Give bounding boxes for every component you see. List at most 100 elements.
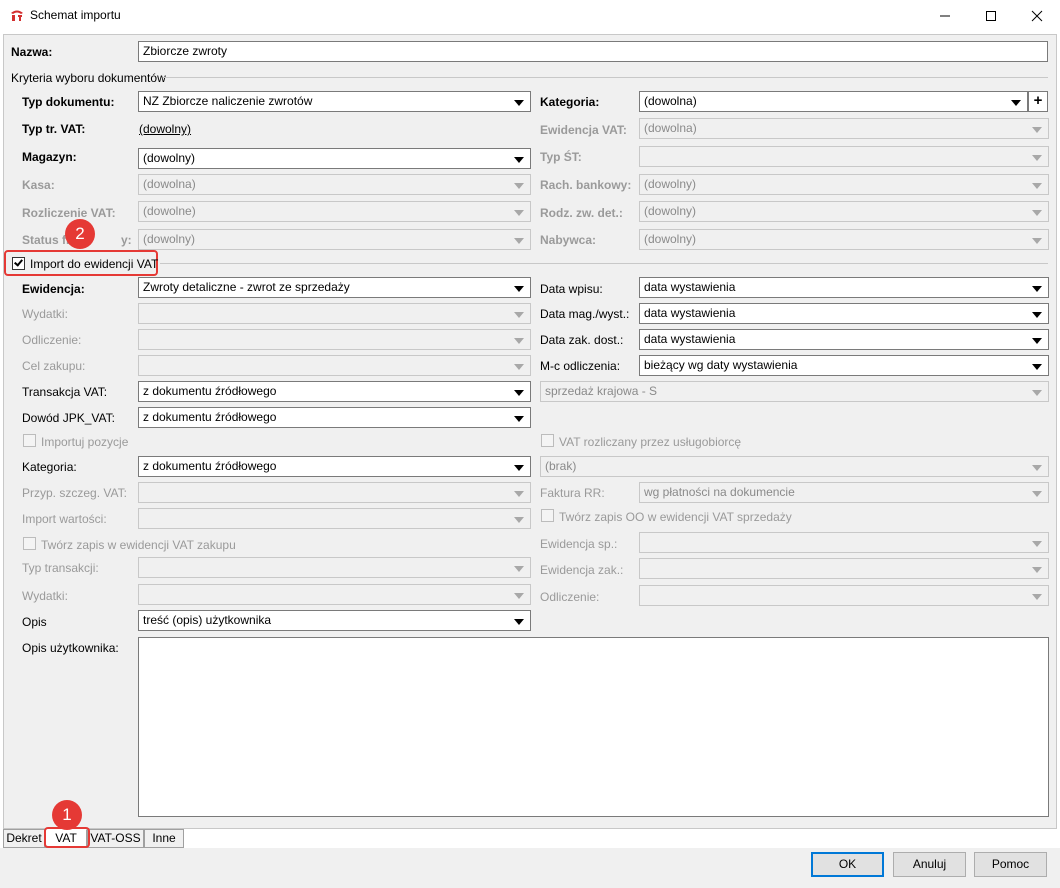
data-wpisu-label: Data wpisu: <box>540 282 603 296</box>
rach-bankowy-select[interactable]: (dowolny) <box>639 174 1049 195</box>
status-fiskalny-label: Status fi <box>22 233 70 247</box>
odliczenie2-select[interactable] <box>639 585 1049 606</box>
chevron-down-icon <box>1032 594 1042 600</box>
wydatki-label: Wydatki: <box>22 307 68 321</box>
wydatki2-select[interactable] <box>138 584 531 605</box>
import-wartosci-label: Import wartości: <box>22 512 107 526</box>
ewidencja-vat-label: Ewidencja VAT: <box>540 123 627 137</box>
data-mag-select[interactable]: data wystawienia <box>639 303 1049 324</box>
status-fiskalny-select[interactable]: (dowolny) <box>138 229 531 250</box>
chevron-down-icon <box>514 416 524 422</box>
opis-uzytkownika-label: Opis użytkownika: <box>22 641 119 655</box>
chevron-down-icon <box>1032 338 1042 344</box>
data-wpisu-select[interactable]: data wystawienia <box>639 277 1049 298</box>
chevron-down-icon <box>1011 100 1021 106</box>
minimize-button[interactable] <box>922 0 968 31</box>
faktura-rr-select[interactable]: wg płatności na dokumencie <box>639 482 1049 503</box>
chevron-down-icon <box>514 312 524 318</box>
chevron-down-icon <box>1032 491 1042 497</box>
typ-dokumentu-label: Typ dokumentu: <box>22 95 115 109</box>
mc-odliczenia-label: M-c odliczenia: <box>540 359 621 373</box>
transakcja-vat-select[interactable]: z dokumentu źródłowego <box>138 381 531 402</box>
vat-uslugobiorca-label: VAT rozliczany przez usługobiorcę <box>559 435 742 449</box>
opis-label: Opis <box>22 615 47 629</box>
typ-tr-vat-label: Typ tr. VAT: <box>22 122 86 136</box>
tab-dekret[interactable]: Dekret <box>3 829 45 848</box>
chevron-down-icon <box>514 286 524 292</box>
ewidencja-sp-select[interactable] <box>639 532 1049 553</box>
rozliczenie-vat-label: Rozliczenie VAT: <box>22 206 116 220</box>
przyp-szczeg-select[interactable] <box>138 482 531 503</box>
mc-odliczenia-select[interactable]: bieżący wg daty wystawienia <box>639 355 1049 376</box>
ewidencja-vat-select[interactable]: (dowolna) <box>639 118 1049 139</box>
chevron-down-icon <box>1032 465 1042 471</box>
vat-kategoria-label: Kategoria: <box>22 460 77 474</box>
chevron-down-icon <box>514 238 524 244</box>
typ-st-select[interactable] <box>639 146 1049 167</box>
tworz-oo-checkbox[interactable] <box>541 509 554 522</box>
typ-tr-vat-link[interactable]: (dowolny) <box>139 122 191 136</box>
faktura-rr-label: Faktura RR: <box>540 486 605 500</box>
chevron-down-icon <box>1032 541 1042 547</box>
data-zak-select[interactable]: data wystawienia <box>639 329 1049 350</box>
rozliczenie-vat-select[interactable]: (dowolne) <box>138 201 531 222</box>
ewidencja-sp-label: Ewidencja sp.: <box>540 537 618 551</box>
wydatki2-label: Wydatki: <box>22 589 68 603</box>
magazyn-select[interactable]: (dowolny) <box>138 148 531 169</box>
chevron-down-icon <box>514 364 524 370</box>
typ-transakcji-select[interactable] <box>138 557 531 578</box>
import-vat-checkbox[interactable] <box>12 257 25 270</box>
close-button[interactable] <box>1014 0 1060 31</box>
window-title: Schemat importu <box>30 8 121 22</box>
dowod-jpk-label: Dowód JPK_VAT: <box>22 411 115 425</box>
chevron-down-icon <box>514 465 524 471</box>
status-fiskalny-label-tail: y: <box>121 233 132 247</box>
chevron-down-icon <box>1032 390 1042 396</box>
anuluj-button[interactable]: Anuluj <box>893 852 966 877</box>
wydatki-select[interactable] <box>138 303 531 324</box>
importuj-pozycje-checkbox[interactable] <box>23 434 36 447</box>
ewidencja-zak-label: Ewidencja zak.: <box>540 563 624 577</box>
annotation-badge-2: 2 <box>65 219 95 249</box>
kategoria-select[interactable]: (dowolna) <box>639 91 1028 112</box>
cel-zakupu-select[interactable] <box>138 355 531 376</box>
chevron-down-icon <box>1032 567 1042 573</box>
opis-uzytkownika-textarea[interactable] <box>138 637 1049 817</box>
tab-vat-oss[interactable]: VAT-OSS <box>87 829 144 848</box>
vat-uslugobiorca-checkbox[interactable] <box>541 434 554 447</box>
odliczenie-select[interactable] <box>138 329 531 350</box>
chevron-down-icon <box>1032 183 1042 189</box>
criteria-section-label: Kryteria wyboru dokumentów <box>11 71 166 85</box>
nabywca-select[interactable]: (dowolny) <box>639 229 1049 250</box>
chevron-down-icon <box>514 593 524 599</box>
typ-dokumentu-select[interactable]: NZ Zbiorcze naliczenie zwrotów <box>138 91 531 112</box>
maximize-icon <box>986 10 996 21</box>
ewidencja-select[interactable]: Zwroty detaliczne - zwrot ze sprzedaży <box>138 277 531 298</box>
maximize-button[interactable] <box>968 0 1014 31</box>
import-wartosci-select[interactable] <box>138 508 531 529</box>
brak-select[interactable]: (brak) <box>540 456 1049 477</box>
opis-select[interactable]: treść (opis) użytkownika <box>138 610 531 631</box>
nazwa-input[interactable]: Zbiorcze zwroty <box>138 41 1048 62</box>
ewidencja-zak-select[interactable] <box>639 558 1049 579</box>
tworz-zakupu-checkbox[interactable] <box>23 537 36 550</box>
sprzedaz-select[interactable]: sprzedaż krajowa - S <box>540 381 1049 402</box>
title-bar: Schemat importu <box>0 0 1060 31</box>
rodz-zw-det-select[interactable]: (dowolny) <box>639 201 1049 222</box>
vat-kategoria-select[interactable]: z dokumentu źródłowego <box>138 456 531 477</box>
chevron-down-icon <box>1032 238 1042 244</box>
add-kategoria-button[interactable]: + <box>1028 91 1048 112</box>
rach-bankowy-label: Rach. bankowy: <box>540 178 632 192</box>
kasa-select[interactable]: (dowolna) <box>138 174 531 195</box>
tab-inne[interactable]: Inne <box>144 829 184 848</box>
dowod-jpk-select[interactable]: z dokumentu źródłowego <box>138 407 531 428</box>
chevron-down-icon <box>514 390 524 396</box>
ok-button[interactable]: OK <box>811 852 884 877</box>
data-mag-label: Data mag./wyst.: <box>540 307 630 321</box>
pomoc-button[interactable]: Pomoc <box>974 852 1047 877</box>
minimize-icon <box>940 15 950 16</box>
kasa-label: Kasa: <box>22 178 55 192</box>
tab-vat-highlight <box>44 827 90 848</box>
odliczenie-label: Odliczenie: <box>22 333 82 347</box>
app-logo-icon <box>11 10 23 21</box>
